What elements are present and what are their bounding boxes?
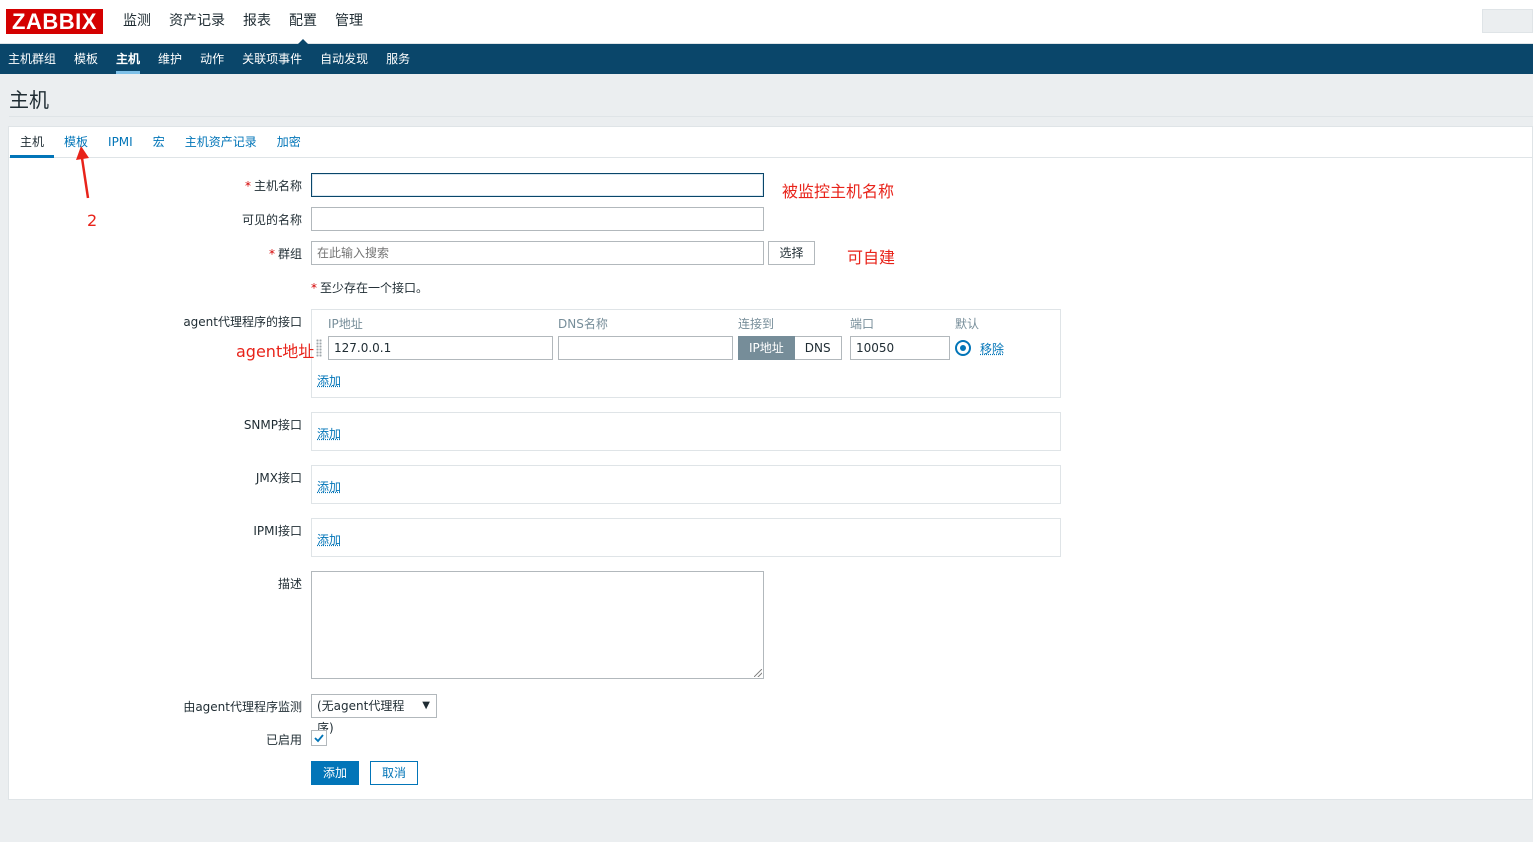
ipmi-interfaces-label: IPMI接口	[253, 524, 302, 538]
snmp-interfaces-box: 添加	[311, 412, 1061, 451]
form-tabs: 主机 模板 IPMI 宏 主机资产记录 加密	[9, 127, 1532, 158]
subnav-hosts[interactable]: 主机	[108, 44, 150, 74]
sub-navigation: 主机群组 模板 主机 维护 动作 关联项事件 自动发现 服务	[0, 44, 1533, 74]
ipmi-interfaces-box: 添加	[311, 518, 1061, 557]
cancel-button[interactable]: 取消	[370, 761, 418, 785]
add-jmx-interface-link[interactable]: 添加	[317, 478, 341, 495]
tab-encryption[interactable]: 加密	[267, 127, 311, 157]
enabled-checkbox[interactable]	[311, 730, 327, 746]
host-form-panel: 主机 模板 IPMI 宏 主机资产记录 加密 *主机名称 可见的名称 *群组 选…	[8, 126, 1533, 800]
title-divider	[9, 116, 1533, 117]
drag-handle-icon[interactable]	[316, 339, 322, 357]
col-port-header: 端口	[850, 317, 875, 331]
add-snmp-interface-link[interactable]: 添加	[317, 425, 341, 442]
jmx-interfaces-label: JMX接口	[255, 471, 302, 485]
subnav-discovery[interactable]: 自动发现	[312, 44, 378, 74]
interface-dns-input[interactable]	[558, 336, 733, 360]
subnav-correlation[interactable]: 关联项事件	[234, 44, 312, 74]
annotation-agent: agent地址	[236, 342, 315, 361]
groups-label: * 群组	[268, 247, 302, 261]
nav-inventory[interactable]: 资产记录	[160, 0, 234, 44]
default-interface-radio[interactable]	[955, 340, 971, 356]
add-agent-interface-link[interactable]: 添加	[317, 372, 341, 389]
groups-search-input[interactable]	[311, 241, 764, 265]
connect-dns-button[interactable]: DNS	[794, 336, 842, 360]
subnav-host-groups[interactable]: 主机群组	[0, 44, 66, 74]
tab-ipmi[interactable]: IPMI	[98, 127, 143, 157]
col-default-header: 默认	[955, 317, 980, 331]
interface-ip-input[interactable]	[328, 336, 553, 360]
add-ipmi-interface-link[interactable]: 添加	[317, 531, 341, 548]
col-connect-header: 连接到	[738, 317, 775, 331]
interface-note: * 至少存在一个接口。	[311, 281, 429, 295]
enabled-label: 已启用	[265, 733, 302, 747]
checkmark-icon	[314, 734, 324, 743]
page-title: 主机	[9, 88, 49, 112]
select-groups-button[interactable]: 选择	[768, 241, 815, 265]
subnav-services[interactable]: 服务	[378, 44, 420, 74]
interface-port-input[interactable]	[850, 336, 950, 360]
description-textarea[interactable]	[311, 571, 764, 679]
annotation-step-number: 2	[87, 211, 98, 230]
snmp-interfaces-label: SNMP接口	[243, 418, 302, 432]
main-navigation: 监测 资产记录 报表 配置 管理	[114, 0, 372, 45]
nav-administration[interactable]: 管理	[326, 0, 372, 44]
proxy-select[interactable]: (无agent代理程序) ▼	[311, 694, 437, 735]
subnav-actions[interactable]: 动作	[192, 44, 234, 74]
annotation-group: 可自建	[847, 248, 896, 267]
dropdown-arrow-icon: ▼	[422, 700, 430, 711]
tab-inventory[interactable]: 主机资产记录	[175, 127, 267, 157]
subnav-templates[interactable]: 模板	[66, 44, 108, 74]
col-ip-header: IP地址	[328, 317, 363, 331]
connect-ip-button[interactable]: IP地址	[738, 336, 795, 360]
agent-interfaces-label: agent代理程序的接口	[183, 315, 302, 329]
proxy-label: 由agent代理程序监测	[183, 700, 302, 714]
annotation-host-name: 被监控主机名称	[782, 182, 895, 201]
host-name-input[interactable]	[311, 173, 764, 197]
zabbix-logo[interactable]: ZABBIX	[6, 9, 103, 34]
nav-monitoring[interactable]: 监测	[114, 0, 160, 44]
resize-grip-icon[interactable]	[754, 669, 762, 677]
add-button[interactable]: 添加	[311, 761, 359, 785]
tab-macros[interactable]: 宏	[143, 127, 175, 157]
nav-reports[interactable]: 报表	[234, 0, 280, 44]
red-arrow-icon	[76, 146, 90, 199]
description-label: 描述	[277, 577, 302, 591]
connect-to-toggle: IP地址 DNS	[738, 336, 842, 360]
jmx-interfaces-box: 添加	[311, 465, 1061, 504]
top-header: ZABBIX 监测 资产记录 报表 配置 管理	[0, 0, 1533, 45]
nav-configuration[interactable]: 配置	[280, 0, 326, 45]
agent-interfaces-box: IP地址 DNS名称 连接到 端口 默认 IP地址 DNS 移除 添加	[311, 309, 1061, 398]
proxy-select-value: (无agent代理程序)	[317, 699, 405, 735]
subnav-maintenance[interactable]: 维护	[150, 44, 192, 74]
search-box[interactable]	[1482, 9, 1533, 33]
tab-host[interactable]: 主机	[10, 127, 55, 158]
visible-name-input[interactable]	[311, 207, 764, 231]
col-dns-header: DNS名称	[558, 317, 608, 331]
remove-interface-link[interactable]: 移除	[980, 340, 1004, 357]
